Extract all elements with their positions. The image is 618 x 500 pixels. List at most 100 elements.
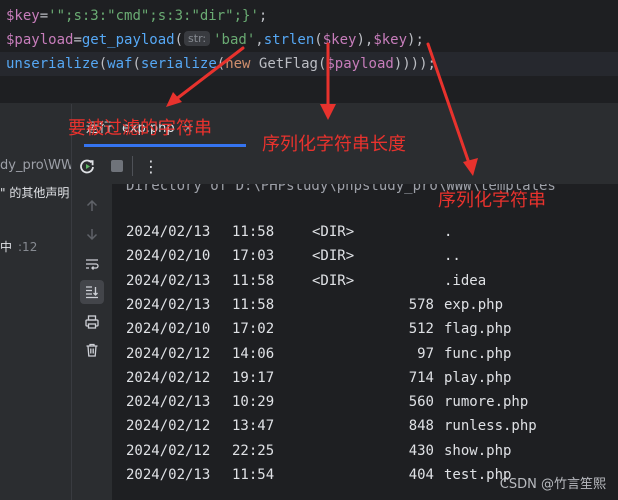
code-line-3[interactable]: unserialize(waf(serialize(new GetFlag($p…: [0, 52, 618, 76]
entry-time: 10:29: [232, 394, 275, 411]
entry-date: 2024/02/12: [126, 442, 211, 459]
sidebar-usage-line: :12: [18, 240, 38, 254]
sidebar-usage-label: 中: [0, 240, 13, 254]
code-line-1[interactable]: $key='";s:3:"cmd";s:3:"dir";}';: [6, 4, 267, 28]
entry-size: 578: [408, 296, 434, 313]
entry-dir-flag: <DIR>: [312, 272, 355, 289]
toolbar-divider: [132, 156, 133, 176]
code-token-var: $key: [373, 32, 408, 48]
entry-time: 13:47: [232, 418, 275, 435]
entry-time: 17:02: [232, 321, 275, 338]
previous-occurrence-button[interactable]: [80, 194, 104, 218]
code-token-end: ;: [258, 8, 268, 24]
code-token-paren: ): [356, 32, 365, 48]
next-occurrence-button[interactable]: [80, 222, 104, 246]
entry-date: 2024/02/12: [126, 345, 211, 362]
code-token-paren: (: [174, 32, 184, 48]
code-token-var: $payload: [326, 56, 394, 72]
tab-run-label: 运行: [86, 121, 113, 136]
sidebar-declaration-text[interactable]: " 的其他声明: [0, 184, 69, 201]
entry-name: rumore.php: [444, 394, 529, 411]
entry-date: 2024/02/13: [126, 467, 211, 483]
code-token-close: ))));: [393, 56, 436, 72]
entry-time: 17:03: [232, 248, 275, 265]
code-token-eq: =: [39, 8, 49, 24]
entry-date: 2024/02/12: [126, 418, 211, 435]
entry-name: .: [444, 224, 453, 240]
project-sidebar: dy_pro\WW " 的其他声明 中 :12: [0, 104, 72, 500]
entry-time: 11:54: [232, 467, 275, 483]
panel-splitter[interactable]: [0, 84, 618, 104]
code-token-string: '";s:3:"cmd";s:3:"dir";}': [48, 8, 259, 24]
entry-time: 11:58: [232, 272, 275, 289]
entry-time: 11:58: [232, 224, 275, 240]
code-token-function: waf: [107, 56, 133, 72]
code-line-2[interactable]: $payload=get_payload(str:'bad',strlen($k…: [6, 28, 424, 52]
code-token-class: GetFlag: [258, 56, 318, 72]
more-options-button[interactable]: ⋮: [142, 156, 160, 176]
soft-wrap-button[interactable]: [80, 252, 104, 276]
code-token-paren: (: [98, 56, 108, 72]
scroll-to-end-icon: [86, 286, 98, 299]
console-output[interactable]: Directory of D:\PHPstudy\phpstudy_pro\WW…: [112, 184, 618, 500]
code-token-close: );: [407, 32, 424, 48]
entry-date: 2024/02/10: [126, 321, 211, 338]
entry-size: 714: [408, 369, 434, 386]
rerun-icon: [80, 159, 94, 174]
entry-date: 2024/02/13: [126, 224, 211, 240]
entry-time: 14:06: [232, 345, 275, 362]
stop-icon: [111, 160, 123, 172]
scroll-to-end-button[interactable]: [80, 280, 104, 304]
stop-button[interactable]: [108, 157, 126, 175]
entry-name: .idea: [444, 272, 487, 289]
print-button[interactable]: [80, 310, 104, 334]
code-editor[interactable]: $key='";s:3:"cmd";s:3:"dir";}'; $payload…: [0, 0, 618, 84]
code-token-paren: (: [132, 56, 141, 72]
entry-date: 2024/02/13: [126, 296, 211, 313]
csdn-watermark: CSDN @竹言笙熙: [499, 477, 606, 492]
code-token-var: $key: [322, 32, 357, 48]
entry-date: 2024/02/13: [126, 394, 211, 411]
sidebar-usage-item[interactable]: 中 :12: [0, 238, 37, 255]
run-toolbar: ⋮: [72, 148, 618, 184]
close-icon[interactable]: ×: [183, 121, 194, 136]
arrow-down-icon: [86, 229, 98, 241]
code-token-var: $payload: [6, 32, 74, 48]
code-token-paren: (: [216, 56, 226, 72]
entry-name: func.php: [444, 345, 512, 362]
entry-date: 2024/02/10: [126, 248, 211, 265]
entry-size: 848: [408, 418, 434, 435]
entry-name: ..: [444, 248, 461, 265]
code-token-string: 'bad': [213, 32, 256, 48]
clear-all-button[interactable]: [80, 338, 104, 362]
entry-size: 512: [408, 321, 434, 338]
code-token-eq: =: [73, 32, 82, 48]
entry-size: 430: [408, 442, 434, 459]
more-icon: ⋮: [143, 156, 159, 176]
soft-wrap-icon: [86, 259, 99, 270]
sidebar-path-text[interactable]: dy_pro\WW: [0, 158, 71, 173]
entry-name: runless.php: [444, 418, 537, 435]
entry-size: 97: [417, 345, 434, 362]
code-token-var: $key: [6, 8, 40, 24]
code-token-function: unserialize: [6, 56, 99, 72]
console-action-strip: [72, 184, 112, 500]
code-token-function: serialize: [140, 56, 217, 72]
code-token-keyword: new: [225, 56, 251, 72]
tab-run-exp[interactable]: 运行 exp.php ×: [86, 117, 194, 136]
entry-time: 11:58: [232, 296, 275, 313]
code-token-function: strlen: [263, 32, 315, 48]
code-token-function: get_payload: [81, 32, 175, 48]
entry-size: 560: [408, 394, 434, 411]
code-token-comma: ,: [255, 32, 264, 48]
code-token-paren: (: [314, 32, 323, 48]
entry-date: 2024/02/12: [126, 369, 211, 386]
tab-file-label: exp.php: [122, 121, 175, 136]
entry-name: flag.php: [444, 321, 512, 338]
entry-dir-flag: <DIR>: [312, 224, 355, 240]
active-tab-indicator: [84, 144, 246, 147]
run-tool-window-header: 运行 exp.php ×: [72, 104, 618, 148]
entry-name: play.php: [444, 369, 512, 386]
entry-time: 22:25: [232, 442, 275, 459]
rerun-button[interactable]: [78, 157, 96, 175]
